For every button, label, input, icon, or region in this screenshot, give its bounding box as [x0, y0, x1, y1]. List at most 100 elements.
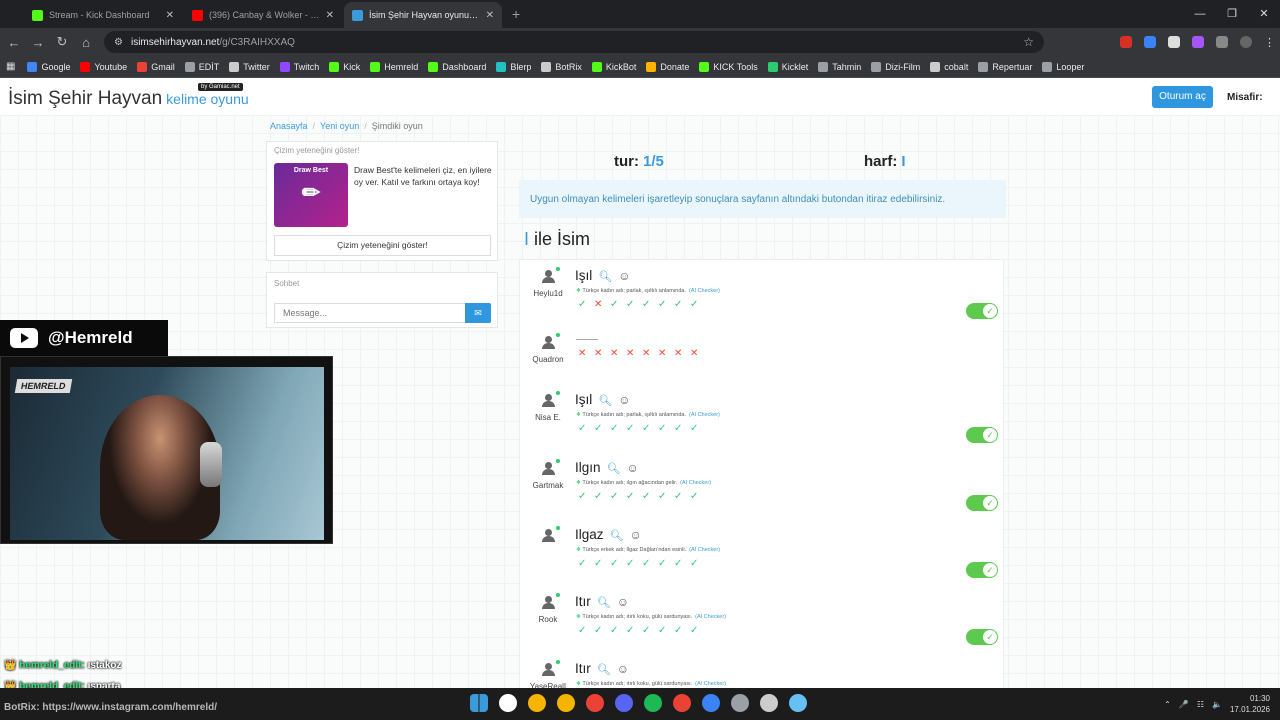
chat-send-button[interactable]: ✉: [465, 303, 491, 323]
bookmark-item[interactable]: BotRix: [541, 61, 582, 72]
forward-icon[interactable]: →: [26, 35, 50, 50]
mic-icon[interactable]: 🎤: [1179, 700, 1189, 709]
back-icon[interactable]: ←: [2, 35, 26, 50]
site-info-icon[interactable]: ⚙: [114, 37, 123, 48]
search-icon[interactable]: 🔍︎: [607, 463, 621, 475]
approve-toggle[interactable]: ✓: [966, 427, 998, 443]
search-icon[interactable]: 🔍︎: [610, 530, 624, 542]
network-icon[interactable]: ☷: [1197, 700, 1204, 709]
taskbar-app-icon[interactable]: [644, 694, 662, 712]
login-button[interactable]: Oturum aç: [1152, 86, 1213, 108]
tab-close-icon[interactable]: ✕: [486, 10, 494, 21]
breadcrumb-new-game[interactable]: Yeni oyun: [320, 121, 359, 131]
extensions-puzzle-icon[interactable]: [1216, 36, 1228, 48]
bookmark-item[interactable]: Twitter: [229, 61, 270, 72]
bookmark-item[interactable]: Donate: [646, 61, 689, 72]
bookmark-item[interactable]: Twitch: [279, 61, 319, 72]
bookmark-item[interactable]: Dizi-Film: [871, 61, 920, 72]
extension-icon[interactable]: [1192, 36, 1204, 48]
bookmark-item[interactable]: cobalt: [930, 61, 968, 72]
taskbar-app-icon[interactable]: [528, 694, 546, 712]
extension-icon[interactable]: [1120, 36, 1132, 48]
taskbar-app-icon[interactable]: [615, 694, 633, 712]
emoji-react-icon[interactable]: ☺: [617, 595, 629, 609]
start-menu-icon[interactable]: [470, 694, 488, 712]
breadcrumb-home[interactable]: Anasayfa: [270, 121, 308, 131]
ai-description: ❖ Türkçe erkek adı; Ilgaz Dağları'ndan e…: [576, 547, 721, 553]
bookmark-item[interactable]: Tahmin: [818, 61, 861, 72]
bookmark-item[interactable]: Blerp: [496, 61, 531, 72]
site-logo[interactable]: İsim Şehir Hayvan kelime oyunu: [8, 88, 249, 110]
bookmark-item[interactable]: Repertuar: [978, 61, 1032, 72]
check-icon: ✓: [642, 625, 651, 636]
close-window-icon[interactable]: ✕: [1248, 0, 1280, 28]
extension-icon[interactable]: [1144, 36, 1156, 48]
taskbar-app-icon[interactable]: [789, 694, 807, 712]
check-icon: ✓: [983, 304, 997, 318]
taskbar-app-icon[interactable]: [557, 694, 575, 712]
taskbar-app-icon[interactable]: [673, 694, 691, 712]
youtube-logo-icon: [10, 328, 38, 348]
search-icon[interactable]: 🔍︎: [598, 271, 612, 283]
profile-avatar[interactable]: [1240, 36, 1252, 48]
reload-icon[interactable]: ↻: [50, 34, 74, 50]
menu-dots-icon[interactable]: ⋮: [1264, 36, 1275, 49]
approve-toggle[interactable]: ✓: [966, 562, 998, 578]
address-bar[interactable]: ⚙ isimsehirhayvan.net/g/C3RAIHXXAQ ☆: [104, 31, 1044, 53]
approve-toggle[interactable]: ✓: [966, 303, 998, 319]
maximize-icon[interactable]: ❐: [1216, 0, 1248, 28]
bookmark-item[interactable]: KICK Tools: [699, 61, 758, 72]
bookmark-item[interactable]: EDİT: [184, 61, 219, 72]
emoji-react-icon[interactable]: ☺: [630, 528, 642, 542]
player: YaseRealI: [528, 655, 568, 688]
answer-row: Heylu1d Işıl 🔍︎ ☺ ❖ Türkçe kadın adı; parlak…: [520, 260, 1003, 326]
taskbar-app-icon[interactable]: [731, 694, 749, 712]
taskbar-app-icon[interactable]: [760, 694, 778, 712]
bookmark-icon: [767, 61, 778, 72]
player: Gartmak: [528, 454, 568, 490]
bookmark-item[interactable]: Gmail: [137, 61, 175, 72]
bookmark-item[interactable]: Hemreld: [370, 61, 418, 72]
search-icon[interactable]: 🔍︎: [597, 664, 611, 676]
volume-icon[interactable]: 🔈: [1212, 700, 1222, 709]
minimize-icon[interactable]: —: [1184, 0, 1216, 28]
bookmark-item[interactable]: Google: [27, 61, 70, 72]
bookmark-item[interactable]: Kicklet: [767, 61, 808, 72]
clock[interactable]: 01:30 17.01.2026: [1230, 693, 1270, 715]
bookmark-item[interactable]: KickBot: [591, 61, 636, 72]
bookmark-item[interactable]: Youtube: [80, 61, 127, 72]
emoji-react-icon[interactable]: ☺: [618, 393, 630, 407]
taskbar-app-icon[interactable]: [499, 694, 517, 712]
bookmark-item[interactable]: Dashboard: [428, 61, 486, 72]
bookmark-star-icon[interactable]: ☆: [1023, 35, 1034, 49]
new-tab-icon[interactable]: +: [504, 2, 528, 28]
browser-tab[interactable]: Stream - Kick Dashboard ✕: [24, 2, 182, 28]
bookmark-item[interactable]: Kick: [329, 61, 360, 72]
chat-input[interactable]: [274, 303, 466, 323]
player-name: Rook: [538, 615, 558, 624]
taskbar-app-icon[interactable]: [702, 694, 720, 712]
draw-best-button[interactable]: Çizim yeteneğini göster!: [274, 235, 491, 256]
extension-icon[interactable]: [1168, 36, 1180, 48]
home-icon[interactable]: ⌂: [74, 35, 98, 50]
apps-grid-icon[interactable]: ▦: [6, 61, 15, 72]
search-icon[interactable]: 🔍︎: [598, 395, 612, 407]
browser-tab[interactable]: İsim Şehir Hayvan oyununa kat ✕: [344, 2, 502, 28]
search-icon[interactable]: 🔍︎: [597, 597, 611, 609]
botrix-ticker: BotRix: https://www.instagram.com/hemrel…: [4, 702, 217, 713]
check-icon: ✓: [610, 299, 619, 310]
draw-best-image[interactable]: Draw Best ✏: [274, 163, 348, 227]
tab-close-icon[interactable]: ✕: [326, 10, 334, 21]
browser-tab[interactable]: (396) Canbay & Wolker - Ne İş ✕: [184, 2, 342, 28]
emoji-react-icon[interactable]: ☺: [627, 461, 639, 475]
bookmark-item[interactable]: Looper: [1042, 61, 1084, 72]
tray-chevron-icon[interactable]: ⌃: [1164, 700, 1171, 709]
emoji-react-icon[interactable]: ☺: [617, 662, 629, 676]
emoji-react-icon[interactable]: ☺: [618, 269, 630, 283]
approve-toggle[interactable]: ✓: [966, 629, 998, 645]
webcam-logo: HEMRELD: [14, 379, 72, 393]
check-icon: ✓: [626, 491, 635, 502]
taskbar-app-icon[interactable]: [586, 694, 604, 712]
tab-close-icon[interactable]: ✕: [166, 10, 174, 21]
approve-toggle[interactable]: ✓: [966, 495, 998, 511]
